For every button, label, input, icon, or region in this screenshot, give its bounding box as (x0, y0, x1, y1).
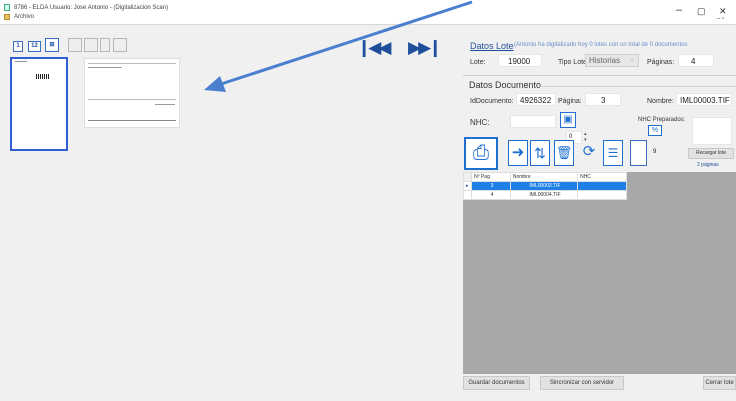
lote-header[interactable]: Datos Lote (470, 41, 514, 51)
table-row[interactable]: ▸ 3 IML00003.TIF (462, 181, 627, 191)
scanner-icon[interactable]: ⎙ (464, 137, 498, 170)
sincronizar-servidor-button[interactable]: Sincronizar con servidor (540, 376, 624, 390)
percent-icon[interactable]: % (648, 125, 662, 136)
window-title: 8786 - ELDA Usuario: Jose Antonio - (Dig… (14, 5, 169, 11)
grid-header-row: Nº Pag Nombre NHC (462, 172, 627, 182)
page-preview (84, 58, 180, 128)
paginas-info: 2 páginas (697, 162, 719, 168)
barcode-icon (36, 74, 50, 79)
rotate-icon[interactable] (68, 38, 82, 52)
maximize-button[interactable]: ▢ (697, 6, 706, 17)
col-npag[interactable]: Nº Pag (471, 172, 511, 182)
annotation-arrow-icon (204, 0, 473, 92)
tipo-lote-value: Historias (589, 56, 621, 65)
paginas-label: Páginas: (647, 59, 675, 66)
save-icon[interactable]: ▣ (560, 112, 576, 128)
row-selector-empty (462, 190, 473, 200)
nhc-input[interactable] (510, 115, 556, 128)
nhc-preparados-box (692, 117, 732, 145)
group-top-line (463, 75, 736, 76)
cell-npag: 3 (471, 181, 511, 191)
documento-header: Datos Documento (469, 80, 545, 90)
paginas-field[interactable] (678, 54, 714, 67)
trash-icon[interactable]: 🗑 (554, 140, 574, 166)
recargar-lote-button[interactable]: Recargar lote (688, 148, 734, 159)
restore-icon[interactable]: – ▫ (717, 16, 724, 22)
app-icon (4, 4, 10, 11)
import-icon[interactable]: ➜ (508, 140, 528, 166)
sort-icon[interactable]: ⇅ (530, 140, 550, 166)
cell-npag: 4 (471, 190, 511, 200)
nombre-label: Nombre: (647, 98, 674, 105)
cell-nombre: IML00004.TIF (509, 190, 579, 200)
page-icon[interactable] (630, 140, 647, 166)
row-indicator-header (462, 172, 473, 182)
pagina-label: Página: (558, 98, 582, 105)
minimize-button[interactable]: – (676, 4, 682, 16)
count-value: 9 (653, 149, 657, 155)
crop-icon[interactable] (113, 38, 127, 52)
id-documento-label: IdDocumento: (470, 98, 514, 105)
group-header-line (540, 86, 736, 87)
folder-icon (4, 14, 10, 20)
pages-grid: Nº Pag Nombre NHC ▸ 3 IML00003.TIF 4 IML… (462, 172, 736, 374)
view-double-button[interactable]: 12 (28, 41, 41, 52)
nhc-label: NHC: (470, 118, 490, 127)
zoom-icon[interactable] (100, 38, 110, 52)
split-icon[interactable]: ☰ (603, 140, 623, 166)
cell-nombre: IML00003.TIF (509, 181, 579, 191)
lote-info: (Antonio ha digitalizado hoy 0 lotes con… (514, 42, 688, 48)
table-row[interactable]: 4 IML00004.TIF (462, 190, 627, 200)
nombre-value: IML00003.TIF (680, 96, 730, 105)
rotate-pages-icon[interactable]: ⟳ (578, 140, 600, 166)
paginas-value: 4 (691, 57, 696, 66)
col-nhc[interactable]: NHC (577, 172, 627, 182)
row-selector-icon: ▸ (462, 181, 473, 191)
lote-label: Lote: (470, 59, 486, 66)
menu-archivo[interactable]: Archivo (14, 14, 34, 20)
lote-value: 19000 (508, 57, 531, 66)
pagina-value: 3 (601, 96, 606, 105)
fit-icon[interactable] (84, 38, 98, 52)
nhc-preparados-label: NHC Preparados: (638, 117, 686, 123)
guardar-documentos-button[interactable]: Guardar documentos (463, 376, 530, 390)
cerrar-lote-button[interactable]: Cerrar lote (703, 376, 736, 390)
chevron-down-icon[interactable]: ⌄ (630, 57, 634, 63)
view-grid-button[interactable]: ⊞ (45, 38, 59, 52)
page-thumbnail[interactable] (10, 57, 68, 151)
cell-nhc[interactable] (577, 190, 627, 200)
col-nombre[interactable]: Nombre (509, 172, 579, 182)
cell-nhc[interactable] (577, 181, 627, 191)
view-single-button[interactable]: 1 (13, 41, 23, 52)
id-documento-value: 4926322 (520, 96, 552, 105)
